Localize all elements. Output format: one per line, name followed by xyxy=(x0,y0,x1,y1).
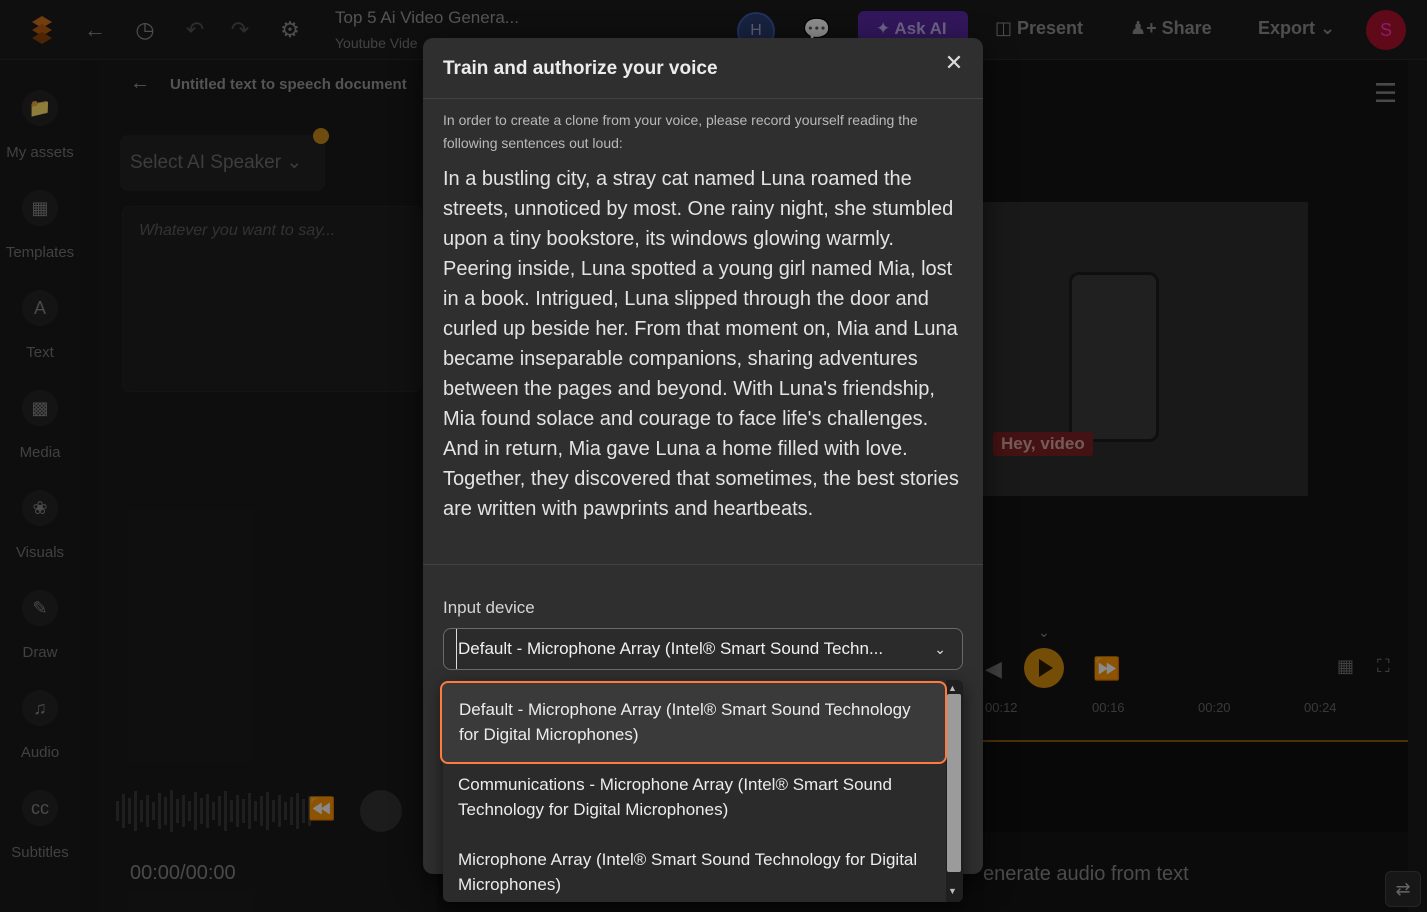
device-option-selected[interactable]: Default - Microphone Array (Intel® Smart… xyxy=(440,681,947,764)
modal-title: Train and authorize your voice xyxy=(443,58,718,79)
reading-script: In a bustling city, a stray cat named Lu… xyxy=(443,168,959,520)
device-option[interactable]: Microphone Array (Intel® Smart Sound Tec… xyxy=(443,833,946,902)
chevron-down-icon: ⌄ xyxy=(934,641,946,657)
scroll-down-icon[interactable]: ▼ xyxy=(948,886,957,896)
close-icon[interactable]: ✕ xyxy=(942,51,966,75)
modal-instructions: In order to create a clone from your voi… xyxy=(443,112,918,151)
input-device-select[interactable]: Default - Microphone Array (Intel® Smart… xyxy=(443,628,963,670)
scrollbar-thumb[interactable] xyxy=(947,694,961,872)
scroll-up-icon[interactable]: ▲ xyxy=(948,683,957,693)
device-option[interactable]: Communications - Microphone Array (Intel… xyxy=(443,758,946,833)
modal-divider xyxy=(423,564,983,565)
selected-device-value: Default - Microphone Array (Intel® Smart… xyxy=(456,629,918,669)
app-root: ← ◷ ↶ ↷ ⚙ Top 5 Ai Video Genera... Youtu… xyxy=(0,0,1427,912)
modal-header: Train and authorize your voice ✕ xyxy=(423,38,983,99)
input-device-label: Input device xyxy=(443,598,535,617)
